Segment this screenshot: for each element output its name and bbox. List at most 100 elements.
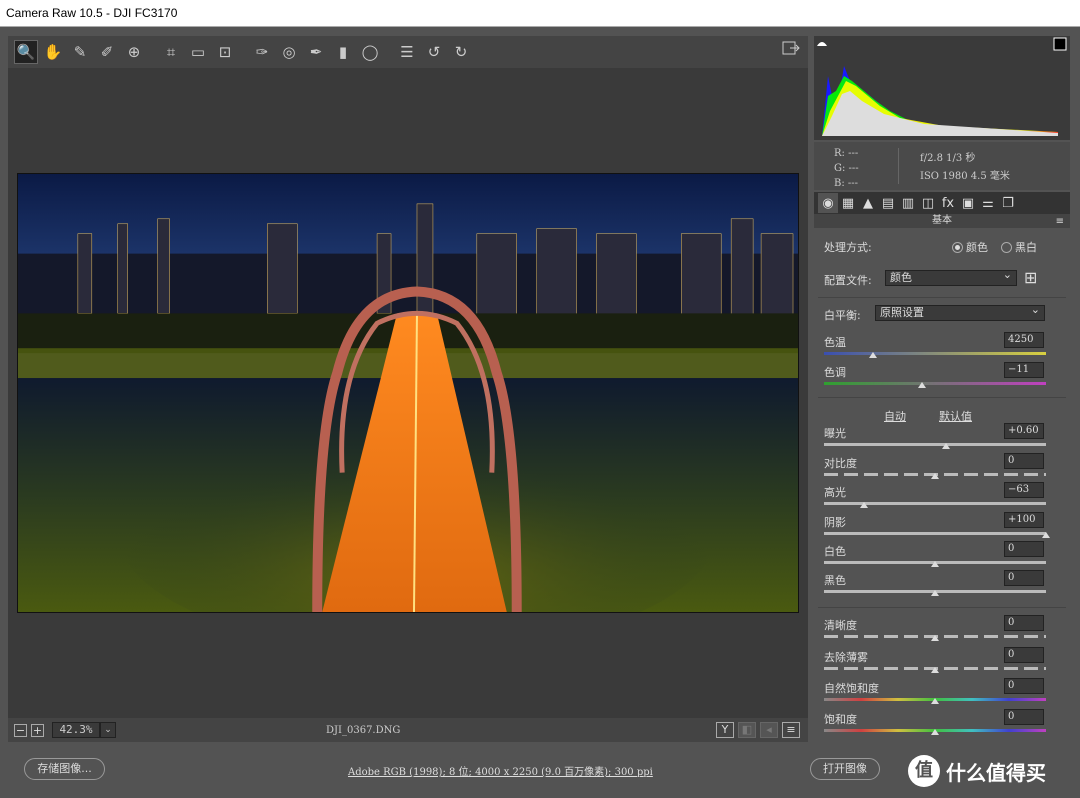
split-toning-tab-icon[interactable]: ▥ (898, 193, 918, 213)
slider-label: 阴影 (824, 516, 846, 529)
slider-value-field[interactable]: 0 (1004, 709, 1044, 725)
zoom-level[interactable]: 42.3% (52, 722, 100, 738)
slider-value-field[interactable]: 0 (1004, 615, 1044, 631)
slider-thumb[interactable] (931, 561, 939, 567)
snapshots-tab-icon[interactable]: ❐ (998, 193, 1018, 213)
presets-tab-icon[interactable]: ⚌ (978, 193, 998, 213)
info-panel: R: --- G: --- B: --- f/2.8 1/3 秒 ISO 198… (814, 142, 1070, 190)
redeye-icon[interactable]: ◎ (277, 40, 301, 64)
radial-filter-icon[interactable]: ◯ (358, 40, 382, 64)
slider-thumb[interactable] (859, 502, 868, 508)
open-image-button[interactable]: 打开图像 (810, 758, 880, 780)
slider-track[interactable] (824, 382, 1046, 385)
zoom-dropdown[interactable]: ⌄ (100, 722, 116, 738)
slider-value-field[interactable]: +0.60 (1004, 423, 1044, 439)
slider-value-field[interactable]: 4250 (1004, 332, 1044, 348)
swap-settings-icon[interactable]: ◧ (738, 722, 756, 738)
tone-curve-tab-icon[interactable]: ▦ (838, 193, 858, 213)
status-bar: − + 42.3% ⌄ DJI_0367.DNG Y ◧ ◂ ≡ (8, 718, 808, 742)
treatment-color-radio[interactable]: 颜色 (952, 239, 988, 255)
watermark-logo-icon: 值 (908, 755, 940, 787)
list-icon[interactable]: ☰ (395, 40, 419, 64)
slider-thumb[interactable] (931, 667, 939, 673)
slider-value-field[interactable]: −63 (1004, 482, 1044, 498)
slider-label: 白色 (824, 545, 846, 558)
slider-thumb[interactable] (1042, 532, 1050, 538)
before-after-toggle[interactable]: Y (716, 722, 734, 738)
histogram (814, 36, 1070, 140)
zoom-out-button[interactable]: − (14, 723, 27, 737)
effects-tab-icon[interactable]: fx (938, 193, 958, 213)
r-readout: R: --- (834, 148, 859, 159)
zoom-in-button[interactable]: + (31, 723, 44, 737)
slider-track[interactable] (824, 502, 1046, 505)
slider-label: 色温 (824, 336, 846, 349)
wb-select[interactable]: 原照设置 (875, 303, 1045, 321)
target-adjust-icon[interactable]: ⊕ (122, 40, 146, 64)
preferences-icon[interactable] (782, 40, 800, 60)
slider-thumb[interactable] (931, 635, 939, 641)
slider-thumb[interactable] (931, 698, 939, 704)
slider-track[interactable] (824, 352, 1046, 355)
slider-thumb[interactable] (917, 382, 926, 388)
slider-value-field[interactable]: 0 (1004, 647, 1044, 663)
slider-label: 色调 (824, 366, 846, 379)
file-name: DJI_0367.DNG (326, 724, 401, 736)
slider-value-field[interactable]: −11 (1004, 362, 1044, 378)
rotate-cw-icon[interactable]: ↻ (449, 40, 473, 64)
window-title: Camera Raw 10.5 - DJI FC3170 (0, 0, 1080, 27)
spot-removal-icon[interactable]: ✑ (250, 40, 274, 64)
slider-label: 曝光 (824, 427, 846, 440)
slider-value-field[interactable]: 0 (1004, 453, 1044, 469)
profile-select[interactable]: 颜色 (885, 268, 1017, 286)
slider-track[interactable] (824, 532, 1046, 535)
basic-tab-icon[interactable]: ◉ (818, 193, 838, 213)
eyedropper-icon[interactable]: ✎ (68, 40, 92, 64)
slider-value-field[interactable]: +100 (1004, 512, 1044, 528)
profile-label: 配置文件: (824, 274, 872, 287)
exif-aperture-shutter: f/2.8 1/3 秒 (920, 153, 976, 164)
auto-link[interactable]: 自动 (884, 408, 906, 424)
panel-tabs: ◉ ▦ ▲ ▤ ▥ ◫ fx ▣ ⚌ ❐ (814, 192, 1070, 214)
treatment-label: 处理方式: (824, 241, 872, 254)
slider-thumb[interactable] (931, 729, 939, 735)
slider-thumb[interactable] (931, 590, 939, 596)
slider-value-field[interactable]: 0 (1004, 678, 1044, 694)
slider-track[interactable] (824, 443, 1046, 446)
save-image-button[interactable]: 存储图像... (24, 758, 105, 780)
adjustment-brush-icon[interactable]: ✒ (304, 40, 328, 64)
hand-icon[interactable]: ✋ (41, 40, 65, 64)
panel-menu-icon[interactable]: ≡ (1056, 215, 1064, 229)
profile-browser-icon[interactable]: ⊞ (1024, 268, 1037, 287)
lens-tab-icon[interactable]: ◫ (918, 193, 938, 213)
detail-tab-icon[interactable]: ▲ (858, 193, 878, 213)
calibration-tab-icon[interactable]: ▣ (958, 193, 978, 213)
copy-settings-icon[interactable]: ◂ (760, 722, 778, 738)
watermark: 值 什么值得买 (908, 755, 1046, 787)
slider-label: 饱和度 (824, 713, 857, 726)
preview-settings-icon[interactable]: ≡ (782, 722, 800, 738)
default-link[interactable]: 默认值 (939, 408, 972, 424)
slider-value-field[interactable]: 0 (1004, 541, 1044, 557)
straighten-icon[interactable]: ▭ (186, 40, 210, 64)
slider-thumb[interactable] (942, 443, 951, 449)
zoom-icon[interactable]: 🔍 (14, 40, 38, 64)
slider-label: 高光 (824, 486, 846, 499)
color-sampler-icon[interactable]: ✐ (95, 40, 119, 64)
slider-thumb[interactable] (931, 473, 939, 479)
slider-value-field[interactable]: 0 (1004, 570, 1044, 586)
treatment-bw-radio[interactable]: 黑白 (1001, 239, 1037, 255)
exif-iso-focal: ISO 1980 4.5 毫米 (920, 171, 1010, 182)
photo-preview[interactable] (17, 173, 799, 613)
workflow-options-link[interactable]: Adobe RGB (1998); 8 位; 4000 x 2250 (9.0 … (348, 763, 653, 778)
rotate-ccw-icon[interactable]: ↺ (422, 40, 446, 64)
slider-thumb[interactable] (868, 352, 877, 358)
shadow-clipping-icon (817, 42, 827, 46)
wb-label: 白平衡: (824, 309, 861, 322)
crop-icon[interactable]: ⌗ (159, 40, 183, 64)
b-readout: B: --- (834, 178, 859, 189)
graduated-filter-icon[interactable]: ▮ (331, 40, 355, 64)
slider-label: 对比度 (824, 457, 857, 470)
hsl-tab-icon[interactable]: ▤ (878, 193, 898, 213)
transform-icon[interactable]: ⊡ (213, 40, 237, 64)
